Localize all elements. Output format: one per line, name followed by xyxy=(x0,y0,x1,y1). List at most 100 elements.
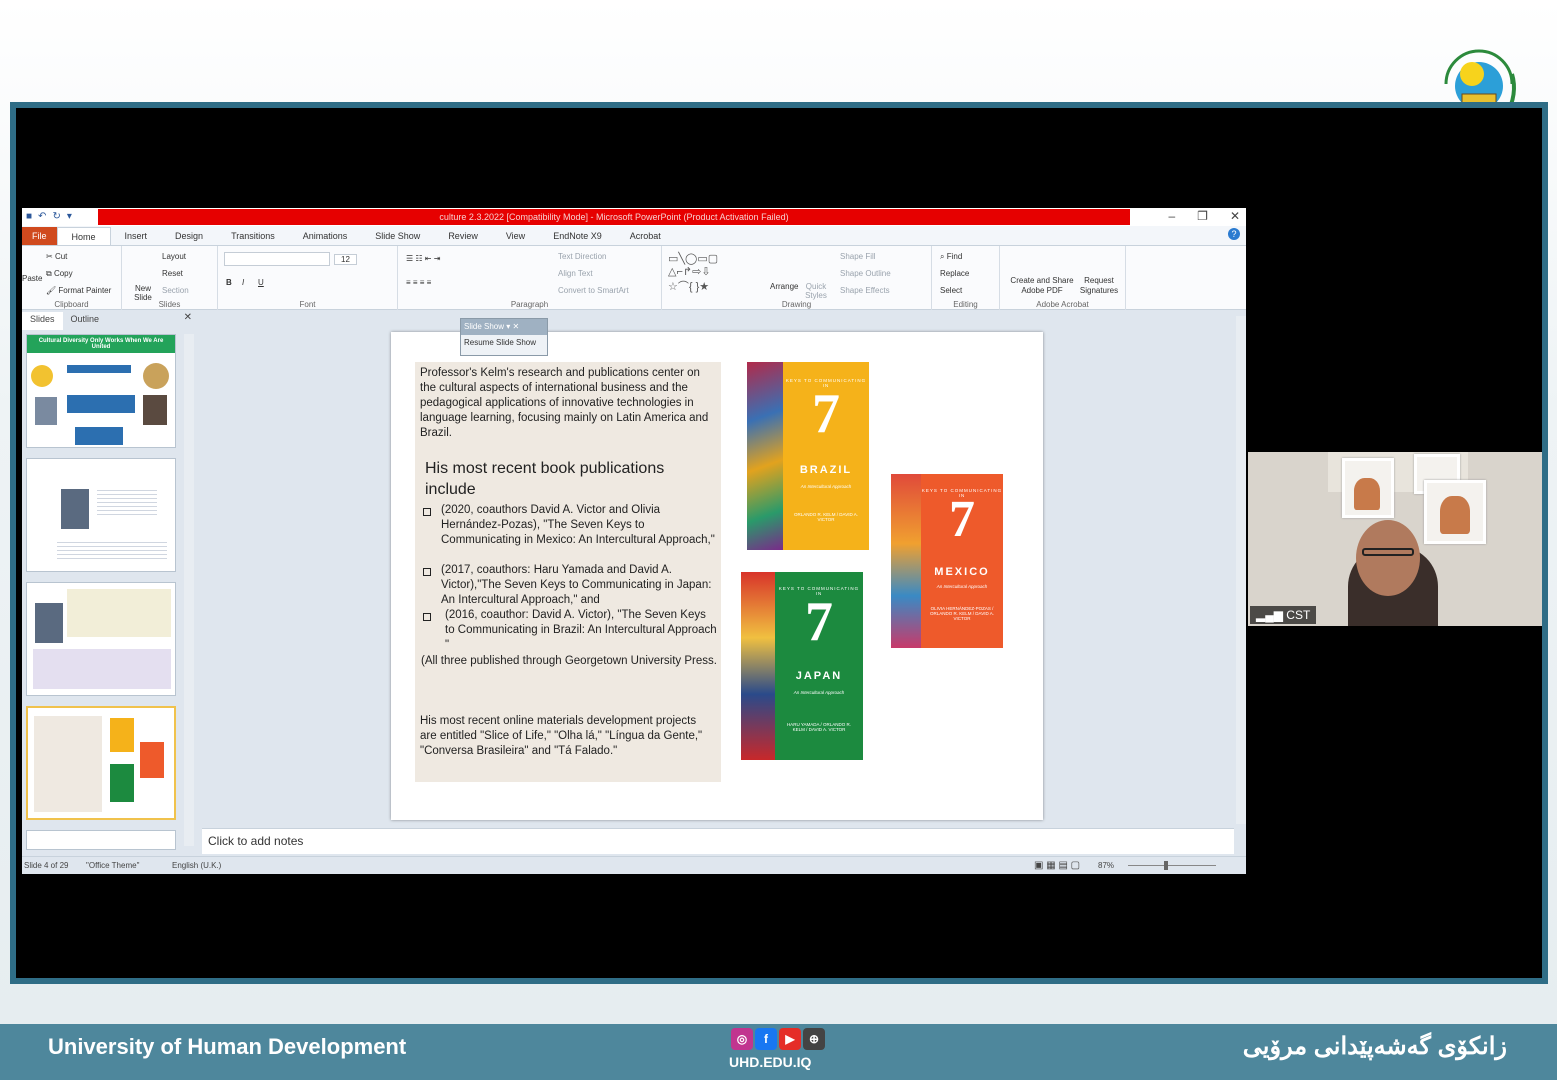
thumbnail-photo xyxy=(35,397,57,425)
slide-thumbnail-1[interactable]: Cultural Diversity Only Works When We Ar… xyxy=(26,334,176,448)
thumbnail-book xyxy=(110,764,134,802)
university-name-english: University of Human Development xyxy=(48,1034,407,1059)
font-name-input[interactable] xyxy=(224,252,330,266)
tab-design[interactable]: Design xyxy=(161,227,217,245)
window-title: culture 2.3.2022 [Compatibility Mode] - … xyxy=(98,209,1130,225)
bullet-checkbox-icon xyxy=(423,568,431,576)
quick-styles-button[interactable]: Quick Styles xyxy=(804,282,828,300)
tab-endnote[interactable]: EndNote X9 xyxy=(539,227,616,245)
align-icon[interactable]: ≡ ≡ ≡ ≡ xyxy=(406,278,431,287)
close-icon[interactable]: ✕ xyxy=(513,322,520,331)
create-pdf-button[interactable]: Create and Share Adobe PDF xyxy=(1006,276,1078,296)
book-authors: HARU YAMADA / ORLANDO R. KELM / DAVID A.… xyxy=(786,722,852,732)
book-subtitle: An Intercultural Approach xyxy=(936,584,988,589)
tab-view[interactable]: View xyxy=(492,227,539,245)
slide-thumbnail-4[interactable] xyxy=(26,706,176,820)
format-painter-button[interactable]: 🖌 Format Painter xyxy=(46,286,111,295)
close-icon[interactable]: ✕ xyxy=(1230,209,1240,223)
slide-thumbnail-3[interactable] xyxy=(26,582,176,696)
tab-file[interactable]: File xyxy=(22,227,57,245)
website-icon[interactable]: ⊕ xyxy=(803,1028,825,1050)
replace-button[interactable]: Replace xyxy=(940,269,969,278)
layout-button[interactable]: Layout xyxy=(162,252,186,261)
find-button[interactable]: ⌕ Find xyxy=(940,252,962,262)
restore-icon[interactable]: ❐ xyxy=(1197,209,1208,223)
panel-scrollbar[interactable] xyxy=(184,334,194,846)
tab-home[interactable]: Home xyxy=(56,227,111,245)
zoom-level[interactable]: 87% xyxy=(1098,861,1114,870)
cut-button[interactable]: ✂ Cut xyxy=(46,252,67,261)
powerpoint-window: ■ ↶ ↻ ▾ culture 2.3.2022 [Compatibility … xyxy=(22,208,1246,874)
request-signatures-button[interactable]: Request Signatures xyxy=(1076,276,1122,296)
align-text-button[interactable]: Align Text xyxy=(558,269,593,278)
copy-button[interactable]: ⧉ Copy xyxy=(46,269,73,279)
tab-acrobat[interactable]: Acrobat xyxy=(616,227,675,245)
book-brazil[interactable]: KEYS TO COMMUNICATING IN 7 BRAZIL An Int… xyxy=(747,362,869,550)
shape-outline-button[interactable]: Shape Outline xyxy=(840,269,891,278)
arrange-button[interactable]: Arrange xyxy=(770,282,798,291)
clipboard-label: Clipboard xyxy=(54,300,89,309)
paste-button[interactable]: Paste xyxy=(22,274,42,283)
editor-scrollbar[interactable] xyxy=(1236,316,1246,824)
shapes-gallery-icon[interactable]: ▭╲◯▭▢ △⌐↱⇨⇩ ☆⌒{ }★ xyxy=(668,252,718,294)
slide-thumbnail-5[interactable] xyxy=(26,830,176,850)
book-art xyxy=(891,474,921,648)
slides-panel: Slides Outline ✕ Cultural Diversity Only… xyxy=(22,310,196,850)
zoom-slider-handle[interactable] xyxy=(1164,861,1168,870)
theme-name: "Office Theme" xyxy=(86,861,140,870)
section-button[interactable]: Section xyxy=(162,286,189,295)
tab-animations[interactable]: Animations xyxy=(289,227,362,245)
close-icon[interactable]: ✕ xyxy=(184,312,192,323)
resume-slide-show-button[interactable]: Resume Slide Show xyxy=(461,335,547,350)
help-icon[interactable]: ? xyxy=(1228,228,1240,240)
font-size-input[interactable]: 12 xyxy=(334,254,357,265)
notes-pane[interactable]: Click to add notes xyxy=(202,828,1234,854)
group-clipboard: Paste ✂ Cut ⧉ Copy 🖌 Format Painter Clip… xyxy=(22,246,122,310)
book-subtitle: An Intercultural Approach xyxy=(800,484,852,489)
text-direction-button[interactable]: Text Direction xyxy=(558,252,606,261)
book-authors: ORLANDO R. KELM / DAVID A. VICTOR xyxy=(794,512,858,522)
slide-editor: Professor's Kelm's research and publicat… xyxy=(202,316,1240,824)
bullets-icon[interactable]: ☰ ☷ ⇤ ⇥ xyxy=(406,254,440,263)
shape-fill-button[interactable]: Shape Fill xyxy=(840,252,876,261)
text-box[interactable]: Professor's Kelm's research and publicat… xyxy=(415,362,721,782)
instagram-icon[interactable]: ◎ xyxy=(731,1028,753,1050)
tab-insert[interactable]: Insert xyxy=(111,227,162,245)
reset-button[interactable]: Reset xyxy=(162,269,183,278)
undo-icon[interactable]: ↶ xyxy=(38,211,46,222)
zoom-slider[interactable] xyxy=(1128,865,1216,866)
book-art xyxy=(741,572,775,760)
thumbnail-photo xyxy=(143,395,167,425)
italic-button[interactable]: I xyxy=(242,278,244,287)
underline-button[interactable]: U xyxy=(258,278,264,287)
floater-title: Slide Show ▾ ✕ xyxy=(461,319,547,335)
slide-thumbnail-2[interactable] xyxy=(26,458,176,572)
facebook-icon[interactable]: f xyxy=(755,1028,777,1050)
thumbnail-banner xyxy=(67,365,131,373)
book-country: MEXICO xyxy=(934,566,990,578)
chevron-down-icon[interactable]: ▾ xyxy=(67,211,72,222)
save-icon[interactable]: ■ xyxy=(26,211,32,222)
redo-icon[interactable]: ↻ xyxy=(52,211,60,222)
chevron-down-icon[interactable]: ▾ xyxy=(506,322,510,331)
select-button[interactable]: Select xyxy=(940,286,962,295)
minimize-icon[interactable]: – xyxy=(1168,209,1175,223)
youtube-icon[interactable]: ▶ xyxy=(779,1028,801,1050)
book-mexico[interactable]: KEYS TO COMMUNICATING IN 7 MEXICO An Int… xyxy=(891,474,1003,648)
website-url[interactable]: UHD.EDU.IQ xyxy=(729,1054,811,1070)
paragraph-label: Paragraph xyxy=(510,300,549,309)
bold-button[interactable]: B xyxy=(226,278,232,287)
shape-effects-button[interactable]: Shape Effects xyxy=(840,286,890,295)
tab-transitions[interactable]: Transitions xyxy=(217,227,289,245)
tab-outline[interactable]: Outline xyxy=(63,312,108,330)
smartart-button[interactable]: Convert to SmartArt xyxy=(558,286,629,295)
view-buttons-icon[interactable]: ▣ ▦ ▤ ▢ xyxy=(1034,860,1080,871)
tab-review[interactable]: Review xyxy=(434,227,492,245)
participant-video: ▂▄▆ CST xyxy=(1248,452,1542,626)
publication-item-2: (2017, coauthors: Haru Yamada and David … xyxy=(441,564,712,606)
tab-slides-panel[interactable]: Slides xyxy=(22,312,63,330)
language-status[interactable]: English (U.K.) xyxy=(172,861,221,870)
book-japan[interactable]: KEYS TO COMMUNICATING IN 7 JAPAN An Inte… xyxy=(741,572,863,760)
title-bar: ■ ↶ ↻ ▾ culture 2.3.2022 [Compatibility … xyxy=(22,208,1246,226)
tab-slide-show[interactable]: Slide Show xyxy=(361,227,434,245)
